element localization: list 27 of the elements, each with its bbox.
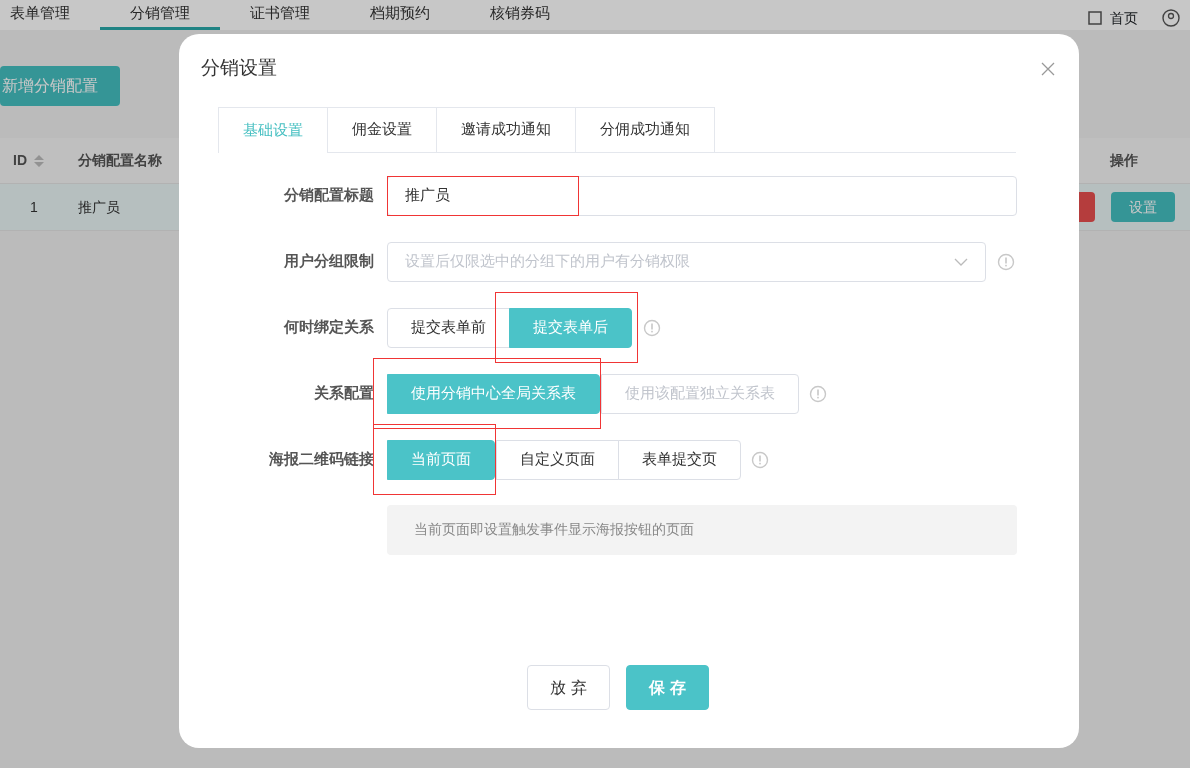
option-button[interactable]: 提交表单前 xyxy=(387,307,510,348)
info-note: 当前页面即设置触发事件显示海报按钮的页面 xyxy=(387,504,1017,555)
nav-tab[interactable]: 分销管理 xyxy=(100,0,220,30)
nav-tab[interactable]: 核销券码 xyxy=(460,0,580,30)
text-input[interactable]: 推广员 xyxy=(388,177,578,214)
home-icon[interactable] xyxy=(1088,11,1102,25)
field-label: 关系配置 xyxy=(313,383,375,404)
user-icon[interactable] xyxy=(1162,9,1180,27)
chevron-down-icon xyxy=(954,257,968,266)
field-label: 分销配置标题 xyxy=(283,185,375,206)
field-label: 海报二维码链接 xyxy=(268,449,375,470)
table-cell-text: 推广员 xyxy=(78,197,121,217)
nav-tab[interactable]: 档期预约 xyxy=(340,0,460,30)
home-link[interactable]: 首页 xyxy=(1110,7,1138,29)
option-button[interactable]: 表单提交页 xyxy=(618,439,741,480)
column-header: 操作 xyxy=(1110,151,1138,170)
column-header: 分销配置名称 xyxy=(78,151,162,170)
table-cell-text: 1 xyxy=(29,197,39,217)
dialog-title: 分销设置 xyxy=(201,56,277,80)
discard-button[interactable]: 放 弃 xyxy=(527,665,610,710)
tab[interactable]: 分佣成功通知 xyxy=(575,106,715,152)
field-label: 何时绑定关系 xyxy=(282,317,375,338)
column-header: ID xyxy=(13,151,27,170)
field-label: 用户分组限制 xyxy=(283,251,375,272)
nav-tab[interactable]: 证书管理 xyxy=(220,0,340,30)
nav-tab[interactable]: 表单管理 xyxy=(0,0,100,30)
option-button[interactable]: 自定义页面 xyxy=(496,439,619,480)
